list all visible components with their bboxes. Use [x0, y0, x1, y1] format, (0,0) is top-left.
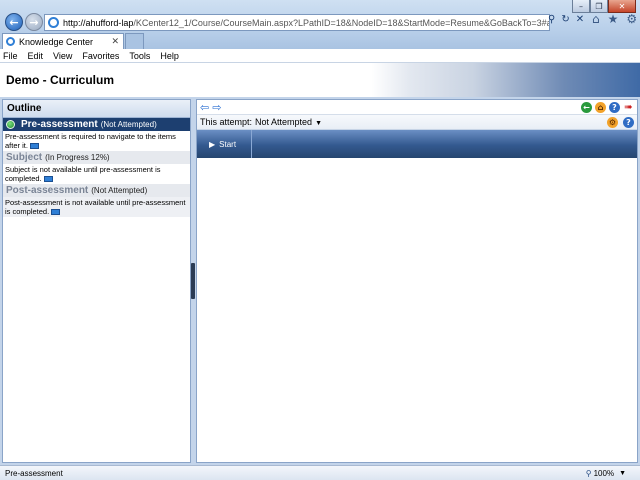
status-bar: Pre-assessment ⚲ 100% ▼	[0, 465, 640, 480]
home-icon[interactable]: ⌂	[592, 12, 600, 26]
play-icon: ▶	[209, 139, 216, 149]
home-icon[interactable]: ⌂	[595, 101, 606, 113]
url-path: /KCenter12_1/Course/CourseMain.aspx?LPat…	[133, 17, 550, 28]
browser-forward-button[interactable]: →	[25, 13, 43, 31]
outline-panel: Outline Pre-assessment (Not Attempted) P…	[2, 99, 191, 463]
refresh-icon[interactable]: ↻	[561, 14, 569, 25]
browser-back-button[interactable]: ←	[5, 13, 23, 31]
help-icon[interactable]: ?	[623, 116, 634, 128]
outline-item-title[interactable]: Post-assessment (Not Attempted)	[3, 184, 190, 197]
outline-item-status: (In Progress 12%)	[45, 153, 110, 162]
attempt-value: Not Attempted	[255, 117, 313, 127]
outline-item-status: (Not Attempted)	[91, 186, 148, 195]
tab-close-icon[interactable]: ✕	[111, 36, 119, 47]
dropdown-caret-icon: ▼	[315, 120, 323, 127]
exit-icon[interactable]: ➠	[623, 102, 634, 113]
url-text: http://ahufford-lap/KCenter12_1/Course/C…	[63, 17, 550, 28]
outline-item-note: Subject is not available until pre-asses…	[3, 164, 190, 184]
app-header: Demo - Curriculum	[0, 63, 640, 97]
zoom-level: 100%	[593, 468, 615, 478]
zoom-control[interactable]: ⚲ 100% ▼	[586, 469, 626, 478]
menu-help[interactable]: Help	[160, 51, 179, 61]
go-back-icon[interactable]: ←	[581, 101, 592, 113]
outline-item-post-assessment[interactable]: Post-assessment (Not Attempted) Post-ass…	[3, 184, 190, 217]
star-icon[interactable]: ★	[608, 12, 619, 26]
menu-bar: File Edit View Favorites Tools Help	[0, 49, 640, 63]
address-tools: ⚲ ↻ ✕	[548, 14, 584, 25]
status-dot-icon	[6, 120, 15, 129]
attempt-bar: This attempt: Not Attempted ▼ ⚙ ?	[197, 115, 637, 130]
help-icon[interactable]: ?	[609, 101, 620, 113]
minimize-button[interactable]: –	[572, 0, 590, 13]
outline-heading: Outline	[3, 100, 190, 118]
outline-item-title[interactable]: Pre-assessment (Not Attempted)	[3, 118, 190, 131]
gear-icon[interactable]: ⚙	[626, 12, 637, 26]
new-tab-button[interactable]	[125, 33, 144, 49]
tab-page-icon	[6, 37, 15, 46]
next-arrow-icon[interactable]: ⇨	[212, 102, 221, 113]
outline-item-name: Post-assessment	[6, 185, 89, 196]
main-toolbar-icons: ← ⌂ ? ➠	[581, 101, 634, 113]
main-panel: ⇦ ⇨ ← ⌂ ? ➠ This attempt: Not Attempted ▼…	[196, 99, 638, 463]
outline-item-status: (Not Attempted)	[100, 120, 157, 129]
stop-icon[interactable]: ✕	[576, 14, 584, 25]
outline-note-text: Subject is not available until pre-asses…	[5, 165, 161, 183]
outline-item-name: Pre-assessment	[21, 119, 98, 130]
url-host: http://ahufford-lap	[63, 17, 134, 28]
outline-item-note: Pre-assessment is required to navigate t…	[3, 131, 190, 151]
menu-file[interactable]: File	[3, 51, 18, 61]
menu-view[interactable]: View	[53, 51, 72, 61]
content-header-bar: ▶ Start	[197, 130, 637, 158]
zoom-icon: ⚲	[585, 468, 592, 478]
browser-chrome: – ❐ ✕ ← → http://ahufford-lap/KCenter12_…	[0, 0, 640, 49]
panel-splitter-handle[interactable]	[191, 263, 195, 299]
attempt-dropdown[interactable]: Not Attempted ▼	[255, 116, 322, 128]
outline-item-title[interactable]: Subject (In Progress 12%)	[3, 151, 190, 164]
start-label: Start	[219, 139, 237, 149]
main-toolbar: ⇦ ⇨ ← ⌂ ? ➠	[197, 100, 637, 115]
content-frame: Outline Pre-assessment (Not Attempted) P…	[0, 97, 640, 465]
browser-toolbar-right: ⌂ ★ ⚙	[592, 12, 637, 26]
ie-page-icon	[48, 17, 59, 28]
menu-favorites[interactable]: Favorites	[82, 51, 119, 61]
outline-item-name: Subject	[6, 152, 43, 163]
outline-item-note: Post-assessment is not available until p…	[3, 197, 190, 217]
page-title: Demo - Curriculum	[6, 73, 115, 87]
outline-item-pre-assessment[interactable]: Pre-assessment (Not Attempted) Pre-asses…	[3, 118, 190, 151]
info-icon[interactable]	[51, 209, 61, 216]
menu-tools[interactable]: Tools	[129, 51, 150, 61]
outline-item-subject[interactable]: Subject (In Progress 12%) Subject is not…	[3, 151, 190, 184]
settings-icon[interactable]: ⚙	[607, 116, 618, 128]
search-icon[interactable]: ⚲	[548, 14, 555, 25]
menu-edit[interactable]: Edit	[28, 51, 44, 61]
outline-note-text: Post-assessment is not available until p…	[5, 198, 186, 216]
zoom-dropdown-icon: ▼	[619, 469, 626, 477]
browser-tab[interactable]: Knowledge Center ✕	[2, 33, 124, 49]
attempt-icons: ⚙ ?	[607, 116, 634, 128]
info-icon[interactable]	[43, 176, 53, 183]
attempt-label: This attempt:	[200, 117, 253, 127]
address-bar[interactable]: http://ahufford-lap/KCenter12_1/Course/C…	[44, 14, 550, 31]
info-icon[interactable]	[29, 143, 39, 150]
tab-title: Knowledge Center	[19, 36, 94, 47]
previous-arrow-icon[interactable]: ⇦	[200, 102, 209, 113]
start-button[interactable]: ▶ Start	[197, 130, 252, 158]
status-text: Pre-assessment	[5, 468, 63, 478]
